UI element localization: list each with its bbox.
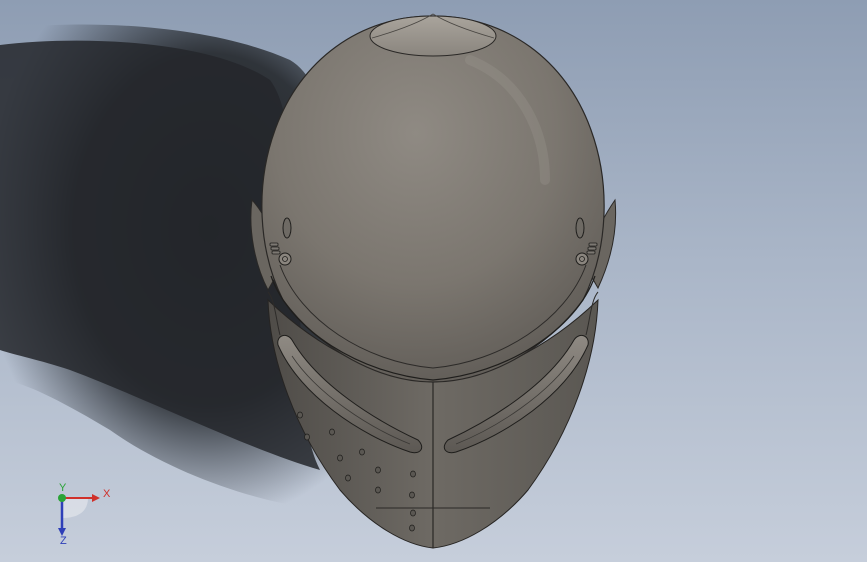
triad-plane — [62, 498, 88, 518]
z-axis-label: Z — [60, 535, 67, 547]
y-axis-dot — [58, 494, 66, 502]
orientation-triad: X Z Y — [58, 482, 111, 547]
y-axis-label: Y — [59, 482, 67, 494]
x-axis-label: X — [103, 488, 111, 500]
3d-viewport[interactable]: X Z Y — [0, 0, 867, 562]
pivot-slot-right — [575, 217, 585, 239]
helmet-dome — [261, 15, 605, 383]
pivot-rivet-right — [575, 252, 589, 266]
pivot-rivet-left — [278, 252, 292, 266]
helmet-model-scene[interactable] — [0, 0, 867, 562]
helmet-top-cap — [369, 15, 497, 57]
pivot-slot-left — [282, 217, 292, 239]
x-axis-arrow — [92, 494, 100, 502]
